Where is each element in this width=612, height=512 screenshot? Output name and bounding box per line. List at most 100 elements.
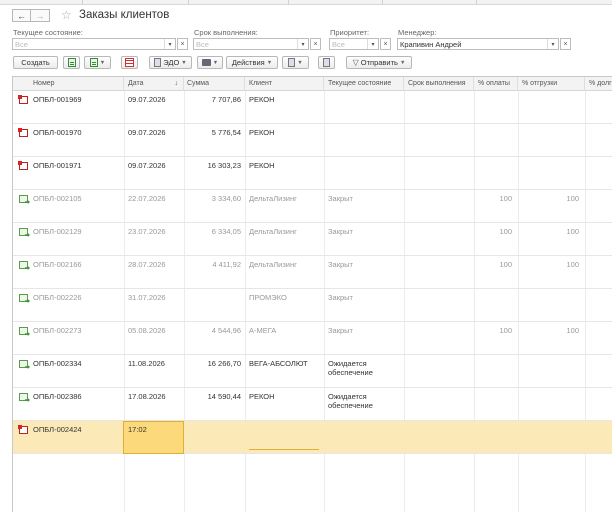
copy-button[interactable] <box>63 56 80 69</box>
create-based-on-button[interactable]: ▼ <box>84 56 111 69</box>
close-icon[interactable]: × <box>380 38 391 50</box>
chevron-down-icon[interactable]: ▾ <box>547 39 558 49</box>
cell-shipped: 100 <box>566 260 579 269</box>
cell-sum: 4 411,92 <box>212 260 241 269</box>
cell-sum: 14 590,44 <box>207 392 241 401</box>
chevron-down-icon[interactable]: ▾ <box>367 39 378 49</box>
cell-state: Закрыт <box>328 260 353 269</box>
back-button[interactable]: ← <box>12 9 31 22</box>
star-icon[interactable]: ☆ <box>61 8 72 22</box>
deadline-filter-value[interactable]: Все <box>194 40 297 49</box>
document-posted-icon <box>19 393 28 401</box>
print-button[interactable]: ▼ <box>197 56 223 69</box>
attachments-button[interactable]: ▼ <box>282 56 309 69</box>
chevron-down-icon: ▼ <box>99 59 106 66</box>
cell-client: ПРОМЭКО <box>249 293 287 302</box>
cell-date: 05.08.2026 <box>128 326 166 335</box>
cell-paid: 100 <box>499 227 512 236</box>
table-row[interactable]: ОПБЛ-001970 09.07.2026 5 776,54 РЕКОН <box>13 124 612 157</box>
create-button[interactable]: Создать <box>13 56 58 69</box>
active-date-cell[interactable]: 17:02 <box>123 421 184 454</box>
column-header-state[interactable]: Текущее состояние <box>324 77 404 91</box>
document-add-icon <box>89 58 98 67</box>
actions-button[interactable]: Действия ▼ <box>226 56 278 69</box>
column-header-shipped[interactable]: % отгрузки <box>518 77 585 91</box>
table-row[interactable]: ОПБЛ-002386 17.08.2026 14 590,44 РЕКОН Ожида… <box>13 388 612 421</box>
send-button[interactable]: ▽ Отправить ▼ <box>346 56 412 69</box>
document-icon <box>67 58 76 67</box>
column-header-debt[interactable]: % долг <box>585 77 612 91</box>
cell-paid: 100 <box>499 260 512 269</box>
document-posted-icon <box>19 195 28 203</box>
cell-sum: 16 303,23 <box>207 161 241 170</box>
chevron-down-icon[interactable]: ▾ <box>164 39 175 49</box>
report-button[interactable] <box>121 56 138 69</box>
send-label: Отправить <box>360 58 398 67</box>
cell-sum: 4 544,96 <box>211 326 241 335</box>
cell-number: ОПБЛ-002166 <box>33 260 82 269</box>
table-row[interactable]: ОПБЛ-002273 05.08.2026 4 544,96 А-МЕГА Закры… <box>13 322 612 355</box>
cell-state: Ожидается обеспечение <box>328 359 373 377</box>
cell-sum: 3 334,60 <box>211 194 241 203</box>
cell-client: ВЕГА-АБСОЛЮТ <box>249 359 308 368</box>
edo-button[interactable]: ЭДО ▼ <box>149 56 192 69</box>
priority-filter-value[interactable]: Все <box>330 40 367 49</box>
cell-client: РЕКОН <box>249 95 275 104</box>
tab-separator <box>82 0 83 5</box>
cell-number: ОПБЛ-001971 <box>33 161 82 170</box>
client-input-underline[interactable] <box>249 449 319 450</box>
document-posted-icon <box>19 327 28 335</box>
chevron-down-icon[interactable]: ▾ <box>297 39 308 49</box>
forward-button[interactable]: → <box>31 9 50 22</box>
state-filter-label: Текущее состояние: <box>13 28 83 37</box>
manager-filter-field[interactable]: Крапивин Андрей ▾ <box>397 38 559 50</box>
calculator-button[interactable] <box>318 56 335 69</box>
sort-descending-icon: ↓ <box>174 80 179 87</box>
column-header-date[interactable]: Дата ↓ <box>124 77 184 91</box>
cell-date[interactable]: 17:02 <box>128 425 147 434</box>
cell-sum: 5 776,54 <box>211 128 241 137</box>
cell-number: ОПБЛ-002129 <box>33 227 82 236</box>
table-row[interactable]: ОПБЛ-002166 28.07.2026 4 411,92 ДельтаЛизин… <box>13 256 612 289</box>
manager-filter-value[interactable]: Крапивин Андрей <box>398 40 547 49</box>
document-posted-icon <box>19 228 28 236</box>
state-filter-field[interactable]: Все ▾ <box>12 38 176 50</box>
document-unposted-icon <box>18 128 28 137</box>
cell-number: ОПБЛ-002273 <box>33 326 82 335</box>
column-header-number[interactable]: Номер <box>13 77 124 91</box>
tab-separator <box>288 0 289 5</box>
cell-sum: 16 266,70 <box>207 359 241 368</box>
send-icon: ▽ <box>352 58 359 67</box>
deadline-filter-field[interactable]: Все ▾ <box>193 38 309 50</box>
close-icon[interactable]: × <box>560 38 571 50</box>
table-row[interactable]: ОПБЛ-002226 31.07.2026 ПРОМЭКО Закрыт <box>13 289 612 322</box>
column-header-deadline[interactable]: Срок выполнения <box>404 77 474 91</box>
edo-label: ЭДО <box>163 58 180 67</box>
state-filter-value[interactable]: Все <box>13 40 164 49</box>
cell-state: Закрыт <box>328 293 353 302</box>
priority-filter-field[interactable]: Все ▾ <box>329 38 379 50</box>
cell-shipped: 100 <box>566 227 579 236</box>
table-row[interactable]: ОПБЛ-002105 22.07.2026 3 334,60 ДельтаЛизин… <box>13 190 612 223</box>
close-icon[interactable]: × <box>310 38 321 50</box>
printer-icon <box>201 59 211 66</box>
calculator-icon <box>323 58 330 67</box>
table-row[interactable]: ОПБЛ-001971 09.07.2026 16 303,23 РЕКОН <box>13 157 612 190</box>
close-icon[interactable]: × <box>177 38 188 50</box>
column-header-paid[interactable]: % оплаты <box>474 77 518 91</box>
table-row[interactable]: ОПБЛ-002334 11.08.2026 16 266,70 ВЕГА-АБСОЛ… <box>13 355 612 388</box>
cell-shipped: 100 <box>566 326 579 335</box>
page-title: Заказы клиентов <box>79 9 170 21</box>
cell-number: ОПБЛ-002386 <box>33 392 82 401</box>
table-row[interactable]: ОПБЛ-002129 23.07.2026 6 334,05 ДельтаЛизин… <box>13 223 612 256</box>
column-header-sum[interactable]: Сумма <box>184 77 245 91</box>
cell-number: ОПБЛ-001969 <box>33 95 82 104</box>
orders-table[interactable]: Номер Дата ↓ Сумма Клиент Текущее состоян… <box>12 76 612 512</box>
document-unposted-icon <box>18 425 28 434</box>
column-header-client[interactable]: Клиент <box>245 77 324 91</box>
cell-number: ОПБЛ-002226 <box>33 293 82 302</box>
table-row[interactable]: ОПБЛ-001969 09.07.2026 7 707,86 РЕКОН <box>13 91 612 124</box>
document-unposted-icon <box>18 161 28 170</box>
cell-date: 11.08.2026 <box>128 359 165 368</box>
table-row[interactable]: 17:02 ОПБЛ-002424 <box>13 421 612 454</box>
